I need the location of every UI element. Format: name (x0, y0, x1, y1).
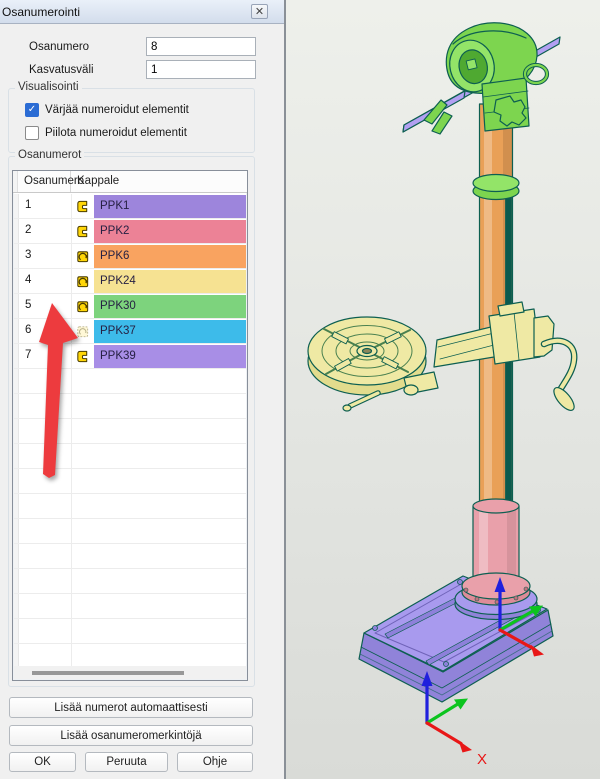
osanumero-label: Osanumero (29, 41, 89, 53)
table-row-empty (14, 369, 246, 394)
row-number: 4 (19, 269, 72, 293)
part-alt-icon (75, 298, 91, 314)
osanumerot-group-label: Osanumerot (15, 149, 84, 161)
crank-bracket (534, 316, 554, 357)
checkbox-unchecked-icon[interactable]: ✓ (25, 126, 39, 140)
part-alt-icon (75, 273, 91, 289)
row-part-cell: PPK24 (72, 269, 246, 293)
table-row-empty (14, 469, 246, 494)
part-icon (75, 223, 91, 239)
row-part-cell: PPK30 (72, 294, 246, 318)
work-table (308, 302, 578, 414)
row-part-cell: PPK2 (72, 219, 246, 243)
row-number: 5 (19, 294, 72, 318)
x-axis-label: X (477, 751, 487, 768)
checkbox-checked-icon[interactable]: ✓ (25, 103, 39, 117)
scrollbar-thumb[interactable] (32, 671, 184, 675)
column-header-kappale[interactable]: Kappale (71, 171, 247, 192)
part-color-bar: PPK30 (94, 295, 246, 318)
row-part-cell: PPK6 (72, 244, 246, 268)
app-window: Osanumerointi ✕ Osanumero Kasvatusväli V… (0, 0, 600, 779)
cancel-button[interactable]: Peruuta (85, 752, 168, 772)
kasvatusvali-input[interactable] (146, 60, 256, 79)
row-number: 3 (19, 244, 72, 268)
dialog-titlebar[interactable]: Osanumerointi ✕ (0, 0, 284, 24)
table-row[interactable]: 3 PPK6 (14, 244, 246, 269)
part-icon (75, 348, 91, 364)
visualisointi-group: Visualisointi ✓ Värjää numeroidut elemen… (8, 88, 255, 153)
osanumerot-table[interactable]: Osanumero Kappale 1PPK12PPK23PPK64PPK245… (12, 170, 248, 681)
drill-press-model-svg: X (286, 0, 600, 779)
ok-button[interactable]: OK (9, 752, 76, 772)
part-color-bar: PPK37 (94, 320, 246, 343)
row-number: 7 (19, 344, 72, 368)
visualisointi-group-label: Visualisointi (15, 81, 82, 93)
table-row[interactable]: 1 PPK1 (14, 194, 246, 219)
help-button[interactable]: Ohje (177, 752, 253, 772)
checkbox-piilota-label: Piilota numeroidut elementit (45, 127, 187, 139)
part-color-bar: PPK2 (94, 220, 246, 243)
osanumerointi-dialog: Osanumerointi ✕ Osanumero Kasvatusväli V… (0, 0, 284, 779)
part-color-bar: PPK1 (94, 195, 246, 218)
model-viewport[interactable]: X (284, 0, 600, 779)
row-part-cell: PPK37 (72, 319, 246, 343)
row-number: 6 (19, 319, 72, 343)
table-horizontal-scrollbar[interactable] (14, 666, 246, 679)
row-part-cell: PPK1 (72, 194, 246, 218)
table-row[interactable]: 6 PPK37 (14, 319, 246, 344)
table-row-empty (14, 494, 246, 519)
table-row-empty (14, 444, 246, 469)
row-number: 1 (19, 194, 72, 218)
checkbox-varjaa[interactable]: ✓ Värjää numeroidut elementit (25, 102, 189, 118)
row-number: 2 (19, 219, 72, 243)
dialog-title: Osanumerointi (2, 0, 80, 24)
table-row-empty (14, 394, 246, 419)
table-row-empty (14, 644, 246, 666)
checkbox-varjaa-label: Värjää numeroidut elementit (45, 104, 189, 116)
column-collar (473, 175, 519, 200)
part-icon (75, 198, 91, 214)
table-row[interactable]: 7 PPK39 (14, 344, 246, 369)
part-color-bar: PPK39 (94, 345, 246, 368)
table-row-empty (14, 419, 246, 444)
table-row-empty (14, 569, 246, 594)
table-row-empty (14, 544, 246, 569)
table-row-empty (14, 619, 246, 644)
part-alt-icon (75, 248, 91, 264)
table-row[interactable]: 2 PPK2 (14, 219, 246, 244)
checkbox-piilota[interactable]: ✓ Piilota numeroidut elementit (25, 125, 187, 141)
table-row[interactable]: 4 PPK24 (14, 269, 246, 294)
table-row-empty (14, 519, 246, 544)
table-row[interactable]: 5 PPK30 (14, 294, 246, 319)
kasvatusvali-label: Kasvatusväli (29, 64, 94, 76)
row-part-cell: PPK39 (72, 344, 246, 368)
part-color-bar: PPK24 (94, 270, 246, 293)
table-header: Osanumero Kappale (13, 171, 247, 193)
close-icon[interactable]: ✕ (251, 4, 268, 19)
part-faded-icon (75, 323, 91, 339)
add-numbers-auto-button[interactable]: Lisää numerot automaattisesti (9, 697, 253, 718)
part-color-bar: PPK6 (94, 245, 246, 268)
add-part-marks-button[interactable]: Lisää osanumeromerkintöjä (9, 725, 253, 746)
table-row-empty (14, 594, 246, 619)
osanumero-input[interactable] (146, 37, 256, 56)
column-header-osanumero[interactable]: Osanumero (18, 171, 71, 192)
